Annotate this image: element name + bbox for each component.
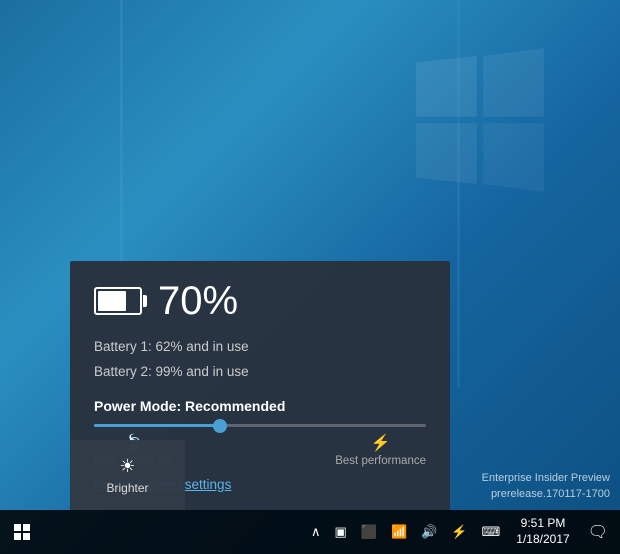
notification-icon: 🗨: [588, 524, 608, 541]
label-best-performance: Best performance: [335, 455, 426, 467]
battery-header: 70%: [94, 281, 426, 321]
tray-keyboard-icon[interactable]: ⌨: [478, 522, 505, 542]
brightness-tile[interactable]: ☀ Brighter: [70, 440, 185, 510]
battery2-status: Battery 2: 99% and in use: [94, 360, 426, 384]
slider-track[interactable]: [94, 424, 426, 427]
battery-details: Battery 1: 62% and in use Battery 2: 99%…: [94, 335, 426, 384]
tray-network-icon[interactable]: 📶: [387, 522, 411, 542]
tray-battery-icon[interactable]: ▣: [330, 522, 350, 542]
clock-date: 1/18/2017: [516, 532, 569, 548]
battery-percentage: 70%: [158, 281, 238, 321]
slider-fill: [94, 424, 220, 427]
brightness-sun-icon: ☀: [119, 456, 135, 477]
windows-logo: [400, 40, 560, 200]
tray-chevron[interactable]: ∧: [307, 522, 325, 542]
taskbar-right: ∧ ▣ ⬛ 📶 🔊 ⚡ ⌨ 9:51 PM 1/18/2017 🗨: [307, 514, 620, 549]
enterprise-text: Enterprise Insider Preview prerelease.17…: [482, 471, 610, 502]
start-button[interactable]: [4, 510, 40, 554]
notification-center-button[interactable]: 🗨: [582, 520, 614, 544]
performance-bolt-icon: ⚡: [371, 433, 391, 453]
taskbar: ∧ ▣ ⬛ 📶 🔊 ⚡ ⌨ 9:51 PM 1/18/2017 🗨: [0, 510, 620, 554]
enterprise-line1: Enterprise Insider Preview: [482, 471, 610, 486]
battery-icon-large: [94, 287, 142, 315]
power-mode-label: Power Mode: Recommended: [94, 398, 426, 414]
tray-display-icon[interactable]: ⬛: [357, 522, 381, 542]
tray-volume-icon[interactable]: 🔊: [417, 522, 441, 542]
clock-time: 9:51 PM: [521, 516, 566, 532]
power-mode-slider-container[interactable]: [94, 424, 426, 427]
battery-fill-bar: [98, 291, 126, 311]
slider-thumb[interactable]: [213, 419, 227, 433]
tray-icons: ∧ ▣ ⬛ 📶 🔊 ⚡ ⌨: [307, 522, 504, 542]
battery1-status: Battery 1: 62% and in use: [94, 335, 426, 359]
taskbar-left: [0, 510, 40, 554]
brightness-label: Brighter: [106, 481, 148, 495]
slider-label-performance: ⚡ Best performance: [335, 433, 426, 467]
tray-power-icon[interactable]: ⚡: [447, 522, 471, 542]
clock-area[interactable]: 9:51 PM 1/18/2017: [508, 514, 577, 549]
enterprise-line2: prerelease.170117-1700: [482, 487, 610, 502]
